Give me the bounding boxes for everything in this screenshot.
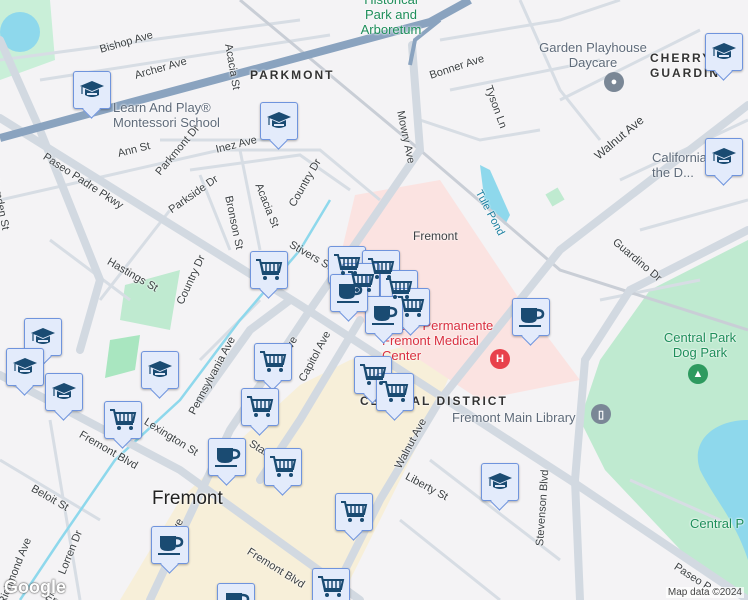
fremont-city-label: Fremont	[152, 488, 223, 509]
graduation-cap-icon	[712, 43, 736, 59]
coffee-cup-icon	[372, 306, 398, 325]
shopping-cart-icon	[382, 381, 409, 402]
map-data-credit: Map data ©2024	[665, 587, 744, 598]
shopping-cart-icon	[341, 501, 368, 522]
shopping-cart-icon	[247, 396, 274, 417]
coffee-cup-icon	[158, 536, 184, 555]
map-canvas[interactable]: Historical Park and Arboretum PARKMONT B…	[0, 0, 748, 600]
central-dog-park-label: Central Park Dog Park	[663, 330, 737, 360]
school-marker[interactable]	[260, 102, 298, 140]
shopping-marker[interactable]	[264, 448, 302, 486]
coffee-marker[interactable]	[151, 526, 189, 564]
school-marker[interactable]	[45, 373, 83, 411]
coffee-marker[interactable]	[217, 583, 255, 600]
shopping-marker[interactable]	[250, 251, 288, 289]
shopping-cart-icon	[398, 296, 425, 317]
learn-and-play-label: Learn And Play® Montessori School	[113, 100, 220, 130]
garden-playhouse-label: Garden Playhouse Daycare	[539, 40, 647, 70]
school-marker[interactable]	[705, 33, 743, 71]
park-small-3	[545, 187, 565, 207]
graduation-cap-icon	[31, 328, 55, 344]
graduation-cap-icon	[148, 361, 172, 377]
shopping-marker[interactable]	[335, 493, 373, 531]
shopping-marker[interactable]	[104, 401, 142, 439]
coffee-marker[interactable]	[512, 298, 550, 336]
library-label: Fremont Main Library	[452, 410, 576, 425]
google-logo: Google	[4, 577, 66, 597]
graduation-cap-icon	[488, 473, 512, 489]
graduation-cap-icon	[80, 81, 104, 97]
coffee-cup-icon	[215, 448, 241, 467]
graduation-cap-icon	[712, 148, 736, 164]
shopping-cart-icon	[260, 351, 287, 372]
fremont-station-label: Fremont	[413, 229, 458, 243]
shopping-marker[interactable]	[312, 568, 350, 600]
school-marker[interactable]	[141, 351, 179, 389]
shopping-cart-icon	[256, 259, 283, 280]
coffee-cup-icon	[226, 593, 250, 600]
school-marker[interactable]	[6, 348, 44, 386]
shopping-cart-icon	[110, 409, 137, 430]
coffee-cup-icon	[337, 284, 363, 303]
hospital-icon[interactable]: H	[490, 349, 510, 369]
park-tree-icon[interactable]: ▲	[688, 364, 708, 384]
school-marker[interactable]	[73, 71, 111, 109]
location-pin-icon[interactable]: ●	[604, 72, 624, 92]
coffee-cup-icon	[519, 308, 545, 327]
shopping-marker[interactable]	[254, 343, 292, 381]
library-icon[interactable]: ▯	[591, 404, 611, 424]
graduation-cap-icon	[267, 112, 291, 128]
parkmont-label: PARKMONT	[250, 68, 335, 82]
shopping-cart-icon	[270, 456, 297, 477]
shopping-cart-icon	[318, 576, 345, 597]
school-marker[interactable]	[481, 463, 519, 501]
central-park-label: Central P	[690, 516, 745, 531]
school-marker[interactable]	[705, 138, 743, 176]
historical-park-label: Historical Park and Arboretum	[360, 0, 422, 37]
graduation-cap-icon	[13, 358, 37, 374]
park-small-2	[105, 335, 140, 378]
shopping-marker[interactable]	[241, 388, 279, 426]
graduation-cap-icon	[52, 383, 76, 399]
coffee-marker[interactable]	[208, 438, 246, 476]
